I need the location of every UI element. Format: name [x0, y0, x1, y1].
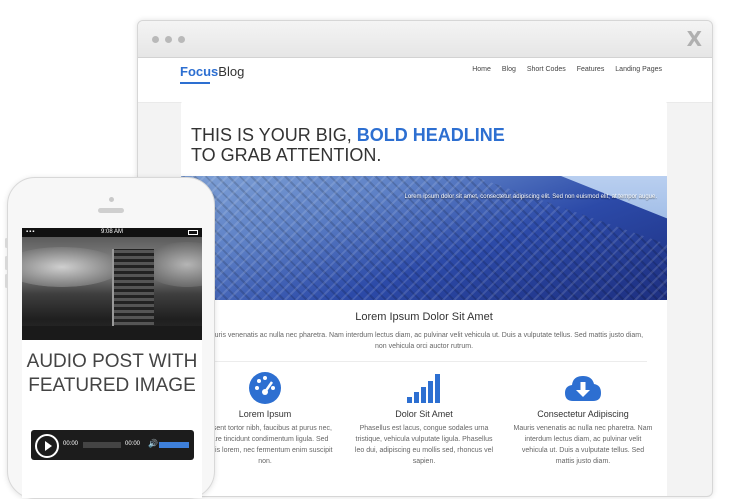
page-content: THIS IS YOUR BIG, BOLD HEADLINE TO GRAB …	[181, 101, 667, 496]
dashboard-icon	[195, 371, 335, 405]
site-logo[interactable]: FocusBlog	[180, 64, 244, 79]
post-title: AUDIO POST WITH FEATURED IMAGE	[26, 351, 198, 396]
phone-statusbar: ▪▪▪ 9:08 AM	[22, 228, 202, 237]
phone-speaker	[98, 208, 124, 213]
ground	[22, 326, 202, 340]
phone-camera	[109, 197, 114, 202]
time-total: 00:00	[125, 441, 141, 447]
play-button[interactable]	[35, 434, 59, 458]
signal-bars-icon	[354, 371, 494, 405]
volume-icon[interactable]: 🔊	[148, 439, 158, 448]
phone-side-button	[5, 256, 8, 270]
close-icon[interactable]: X	[687, 27, 702, 51]
browser-titlebar: X	[138, 21, 712, 58]
logo-underline	[180, 82, 210, 84]
feature-column: Lorem Ipsum Praesent tortor nibh, faucib…	[195, 371, 335, 467]
window-dot-icon	[152, 36, 159, 43]
nav-item-home[interactable]: Home	[472, 66, 491, 73]
hero-image: Lorem ipsum dolor sit amet, consectetur …	[181, 176, 667, 300]
browser-window-mockup: X FocusBlog Home Blog Short Codes Featur…	[137, 20, 713, 497]
battery-icon	[188, 230, 198, 235]
nav-item-features[interactable]: Features	[577, 66, 605, 73]
divider	[201, 361, 647, 362]
feature-title: Consectetur Adipiscing	[537, 409, 629, 419]
hero-caption: Lorem ipsum dolor sit amet, consectetur …	[404, 194, 657, 200]
time-elapsed: 00:00	[63, 441, 79, 447]
phone-mockup: ▪▪▪ 9:08 AM AUDIO POST WITH FEATURED IMA…	[5, 177, 215, 499]
feature-title: Dolor Sit Amet	[395, 409, 453, 419]
cloud-shape	[22, 247, 122, 287]
main-nav: Home Blog Short Codes Features Landing P…	[463, 66, 662, 73]
section-text: Mauris venenatis ac nulla nec pharetra. …	[204, 332, 644, 350]
window-dot-icon	[178, 36, 185, 43]
window-dot-icon	[165, 36, 172, 43]
feature-text: Praesent tortor nibh, faucibus at purus …	[197, 425, 333, 465]
nav-item-landing-pages[interactable]: Landing Pages	[615, 66, 662, 73]
feature-column: Dolor Sit Amet Phasellus est lacus, cong…	[354, 371, 494, 467]
progress-track[interactable]	[83, 442, 121, 448]
headline-text: THIS IS YOUR BIG,	[191, 125, 357, 145]
status-clock: 9:08 AM	[100, 229, 123, 235]
feature-title: Lorem Ipsum	[238, 409, 292, 419]
logo-text-focus: Focus	[180, 64, 219, 79]
featured-image	[22, 237, 202, 340]
phone-side-button	[5, 274, 8, 288]
cloud-download-icon	[513, 371, 653, 405]
nav-item-short-codes[interactable]: Short Codes	[527, 66, 566, 73]
logo-text-blog: Blog	[218, 64, 245, 79]
feature-text: Phasellus est lacus, congue sodales urna…	[354, 425, 494, 465]
feature-text: Mauris venenatis ac nulla nec pharetra. …	[513, 425, 653, 465]
phone-screen: ▪▪▪ 9:08 AM AUDIO POST WITH FEATURED IMA…	[22, 228, 202, 498]
signal-icon: ▪▪▪	[26, 229, 36, 235]
headline-bold-text: BOLD HEADLINE	[356, 125, 505, 145]
headline-line2: TO GRAB ATTENTION.	[191, 145, 382, 165]
site-header: FocusBlog Home Blog Short Codes Features…	[138, 58, 712, 103]
section-title: Lorem Ipsum Dolor Sit Amet	[355, 311, 493, 323]
nav-item-blog[interactable]: Blog	[502, 66, 516, 73]
hero-headline: THIS IS YOUR BIG, BOLD HEADLINE TO GRAB …	[191, 125, 505, 165]
volume-slider[interactable]	[159, 442, 189, 448]
phone-side-button	[5, 238, 8, 248]
feature-column: Consectetur Adipiscing Mauris venenatis …	[513, 371, 653, 467]
audio-player: 00:00 00:00 🔊	[31, 430, 194, 460]
